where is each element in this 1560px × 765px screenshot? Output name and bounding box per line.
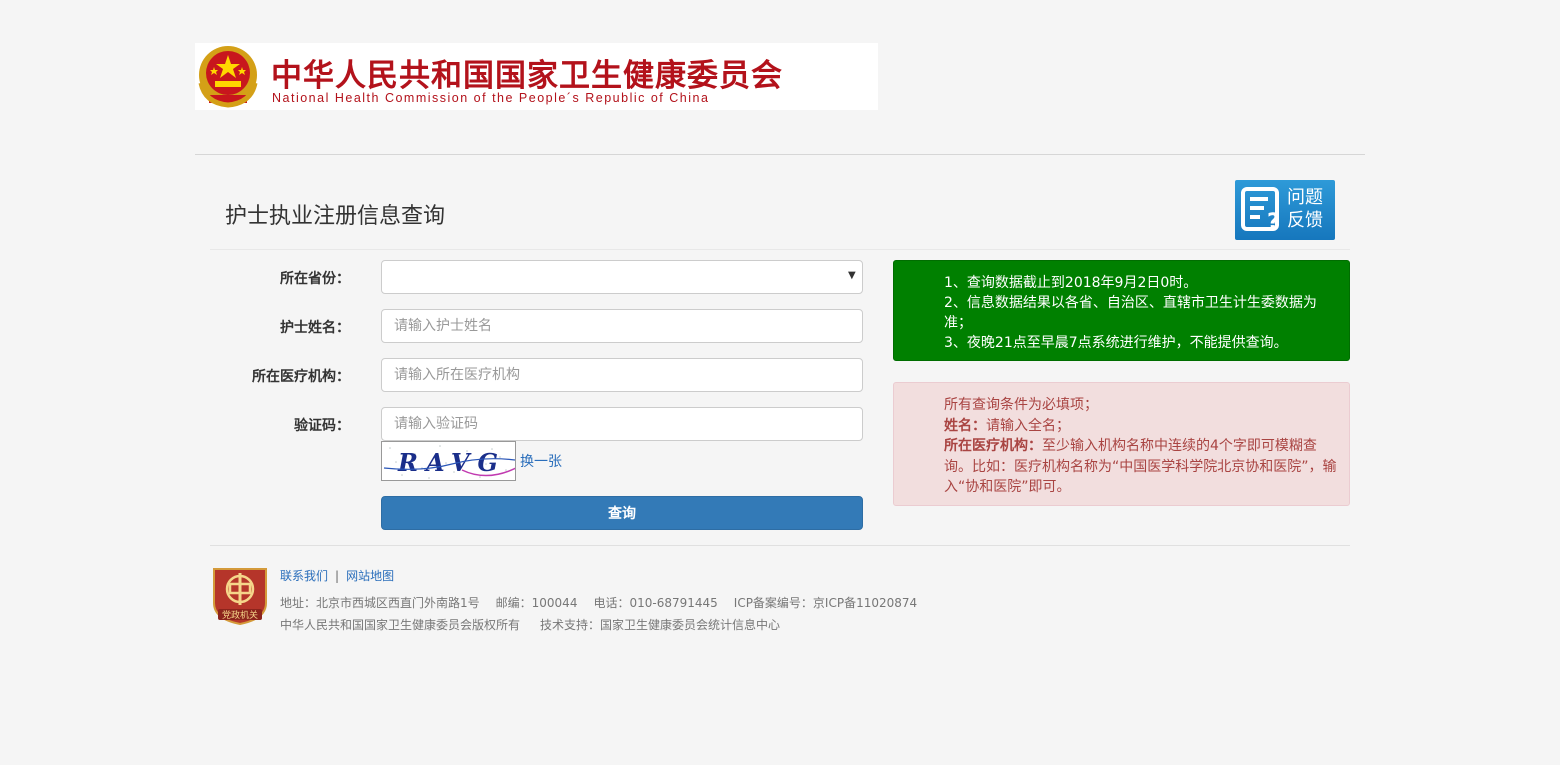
captcha-input[interactable] [381, 407, 863, 441]
feedback-button[interactable]: ? 问题反馈 [1235, 180, 1335, 240]
captcha-label: 验证码： [294, 418, 350, 434]
nurse-name-label: 护士姓名： [280, 320, 350, 336]
nurse-name-input[interactable] [381, 309, 863, 343]
captcha-text: RAVG [397, 448, 506, 477]
info-line-3: 3、夜晚21点至早晨7点系统进行维护，不能提供查询。 [944, 335, 1288, 351]
svg-text:?: ? [1267, 210, 1280, 233]
badge-text: 党政机关 [222, 609, 258, 621]
warning-name-rule: 姓名：请输入全名； [944, 416, 1337, 437]
party-government-badge-icon[interactable]: 党政机关 [210, 565, 270, 625]
info-line-2: 2、信息数据结果以各省、自治区、直辖市卫生计生委数据为准； [944, 295, 1317, 331]
warning-institution-rule: 所在医疗机构：至少输入机构名称中连续的4个字即可模糊查询。比如：医疗机构名称为“… [944, 436, 1337, 498]
province-label: 所在省份： [280, 271, 350, 287]
warning-notice: 所有查询条件为必填项； 姓名：请输入全名； 所在医疗机构：至少输入机构名称中连续… [893, 382, 1350, 506]
footer-icp: ICP备案编号：京ICP备11020874 [733, 596, 918, 610]
info-notice: 1、查询数据截止到2018年9月2日0时。 2、信息数据结果以各省、自治区、直辖… [893, 260, 1350, 361]
sitemap-link[interactable]: 网站地图 [346, 569, 394, 583]
footer-copyright: 中华人民共和国国家卫生健康委员会版权所有 [280, 618, 521, 632]
footer-copyright-line: 中华人民共和国国家卫生健康委员会版权所有 技术支持：国家卫生健康委员会统计信息中心 [280, 616, 796, 633]
query-button[interactable]: 查询 [381, 496, 863, 530]
warning-name-key: 姓名： [944, 417, 986, 434]
warning-name-text: 请输入全名； [986, 417, 1070, 434]
footer-link-separator: | [335, 569, 340, 583]
captcha-image[interactable]: RAVG [381, 441, 516, 481]
warning-line-1: 所有查询条件为必填项； [944, 397, 1098, 413]
header-banner: 中华人民共和国国家卫生健康委员会 National Health Commiss… [195, 43, 878, 110]
footer-links: 联系我们 | 网站地图 [280, 567, 394, 584]
institution-label: 所在医疗机构： [252, 369, 350, 385]
footer-tech-support: 技术支持：国家卫生健康委员会统计信息中心 [540, 618, 781, 632]
info-line-1: 1、查询数据截止到2018年9月2日0时。 [944, 275, 1198, 291]
header-divider [195, 154, 1365, 155]
footer-phone: 电话：010-68791445 [593, 596, 718, 610]
warning-inst-key: 所在医疗机构： [944, 438, 1042, 454]
dropdown-arrow-icon: ▼ [848, 270, 856, 281]
feedback-icon: ? [1241, 187, 1280, 233]
footer-contact-line: 地址：北京市西城区西直门外南路1号 邮编：100044 电话：010-6879144… [280, 594, 933, 611]
national-emblem-icon [198, 46, 258, 108]
footer-address: 地址：北京市西城区西直门外南路1号 [280, 596, 480, 610]
title-divider [210, 249, 1350, 250]
refresh-captcha-link[interactable]: 换一张 [520, 451, 562, 471]
org-name-cn: 中华人民共和国国家卫生健康委员会 [271, 58, 783, 94]
footer-postcode: 邮编：100044 [495, 596, 578, 610]
org-name-en: National Health Commission of the People… [272, 91, 710, 105]
footer-divider [210, 545, 1350, 546]
province-select[interactable] [381, 260, 863, 294]
feedback-label: 问题反馈 [1287, 187, 1323, 231]
institution-input[interactable] [381, 358, 863, 392]
contact-us-link[interactable]: 联系我们 [280, 569, 328, 583]
page-title: 护士执业注册信息查询 [225, 204, 446, 229]
